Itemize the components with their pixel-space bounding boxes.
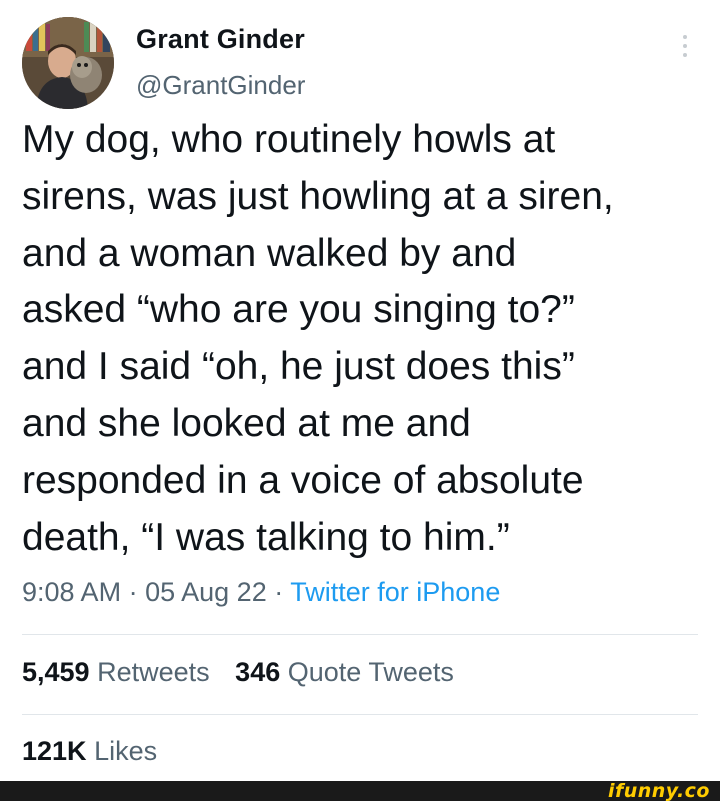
- tweet-text: My dog, who routinely howls at sirens, w…: [22, 112, 712, 566]
- tweet-text-line: and a woman walked by and: [22, 231, 517, 275]
- engagement-stats-row: 5,459 Retweets 346 Quote Tweets: [22, 657, 454, 688]
- watermark-bar: ifunny.co: [0, 781, 720, 801]
- quote-tweets-label: Quote Tweets: [287, 657, 454, 687]
- avatar[interactable]: [22, 17, 114, 109]
- more-vertical-icon[interactable]: [672, 28, 698, 64]
- retweets-label: Retweets: [97, 657, 210, 687]
- retweets-count: 5,459: [22, 657, 90, 687]
- author-handle[interactable]: @GrantGinder: [136, 70, 305, 101]
- author-display-name[interactable]: Grant Ginder: [136, 24, 305, 55]
- tweet-time[interactable]: 9:08 AM: [22, 577, 121, 607]
- likes-stats-row: 121K Likes: [22, 736, 157, 767]
- tweet-text-line: My dog, who routinely howls at: [22, 118, 556, 161]
- tweet-text-line: asked “who are you singing to?”: [22, 288, 575, 332]
- tweet-text-line: responded in a voice of absolute: [22, 458, 584, 502]
- likes-label: Likes: [94, 736, 158, 766]
- retweets-stat[interactable]: 5,459 Retweets: [22, 657, 210, 688]
- tweet-text-line: sirens, was just howling at a siren,: [22, 174, 614, 218]
- meta-separator: ·: [274, 577, 284, 607]
- tweet-text-line: death, “I was talking to him.”: [22, 515, 510, 559]
- quote-tweets-stat[interactable]: 346 Quote Tweets: [235, 657, 454, 688]
- tweet-meta: 9:08 AM · 05 Aug 22 · Twitter for iPhone: [22, 577, 500, 608]
- likes-count: 121K: [22, 736, 87, 766]
- tweet-text-line: and I said “oh, he just does this”: [22, 345, 575, 389]
- likes-stat[interactable]: 121K Likes: [22, 736, 157, 767]
- avatar-photo: [22, 17, 114, 109]
- tweet-date[interactable]: 05 Aug 22: [145, 577, 267, 607]
- ifunny-watermark: ifunny.co: [607, 780, 710, 802]
- meta-separator: ·: [128, 577, 138, 607]
- tweet-text-line: and she looked at me and: [22, 401, 471, 445]
- divider: [22, 634, 698, 635]
- divider: [22, 714, 698, 715]
- quote-tweets-count: 346: [235, 657, 281, 687]
- tweet-source-link[interactable]: Twitter for iPhone: [290, 577, 500, 607]
